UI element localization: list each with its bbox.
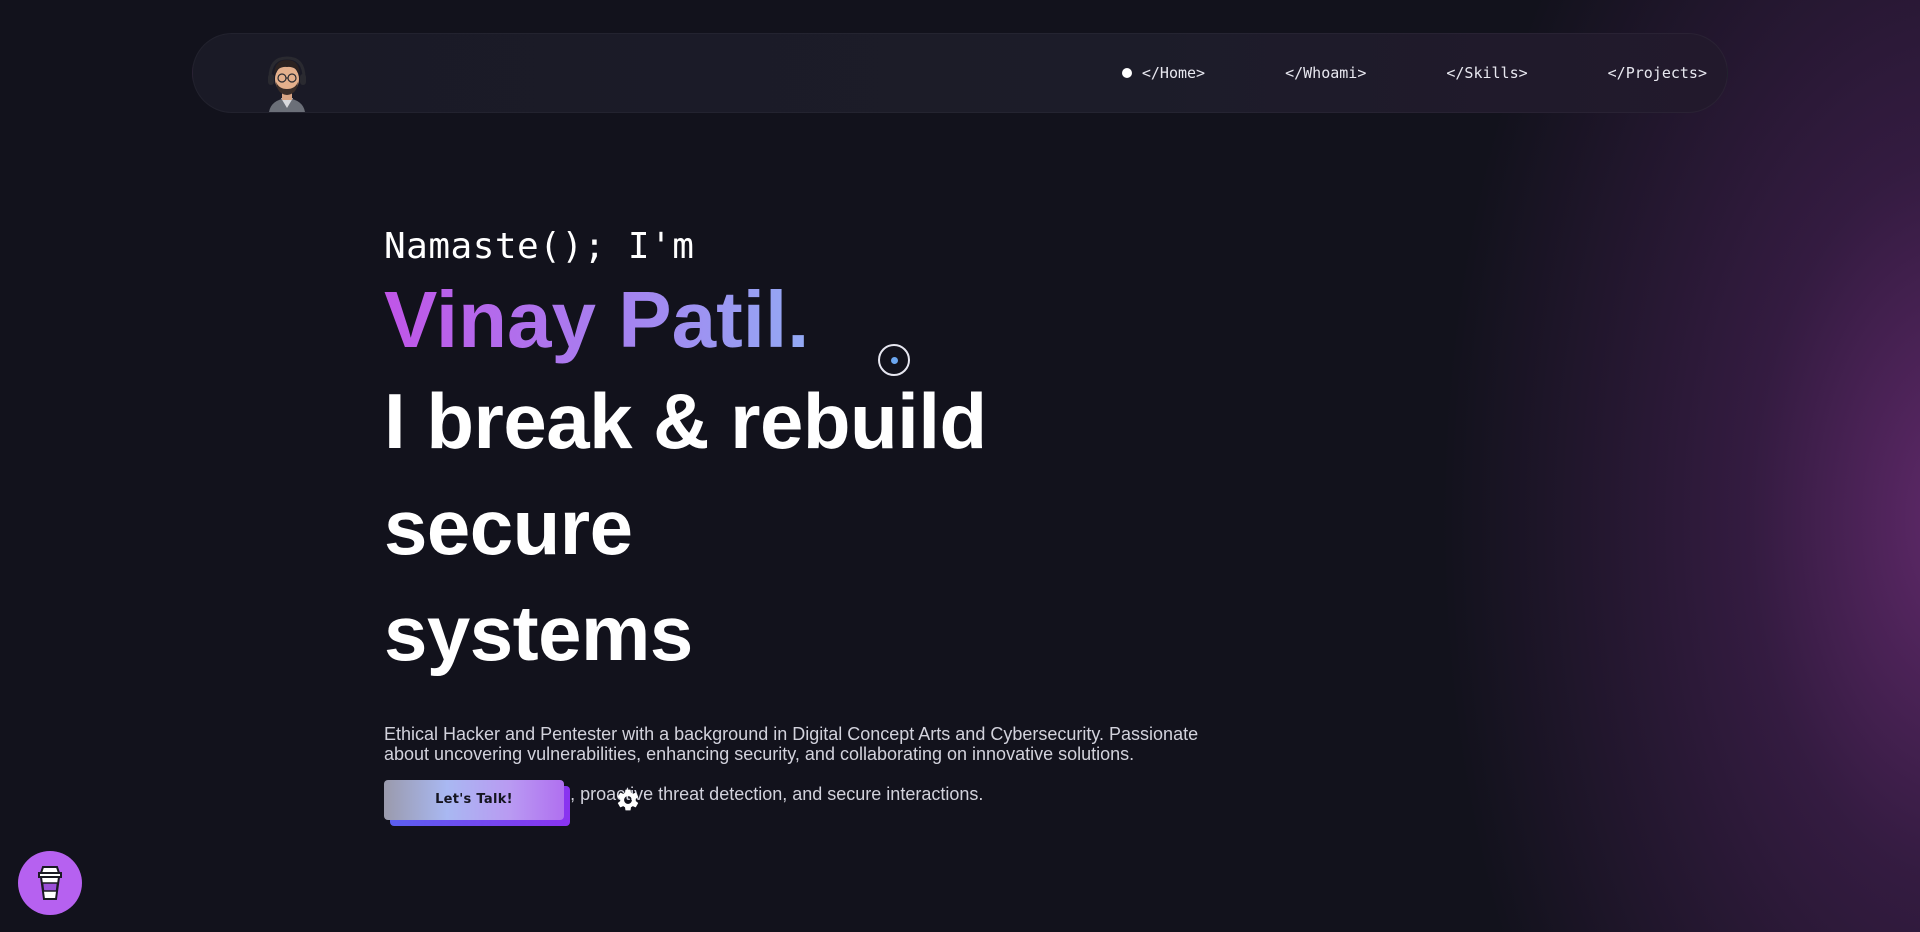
nav-link-home[interactable]: </Home>	[1121, 64, 1206, 82]
nav-link-projects[interactable]: </Projects>	[1608, 64, 1707, 82]
lets-talk-label: Let's Talk!	[384, 780, 564, 820]
nav-link-label: </Home>	[1141, 64, 1206, 82]
nav-link-label: </Projects>	[1607, 64, 1707, 82]
lets-talk-button[interactable]: Let's Talk!	[384, 780, 570, 826]
coffee-cup-icon[interactable]	[18, 851, 82, 915]
nav-link-label: </Whoami>	[1285, 64, 1367, 82]
page: </Home> </Whoami> </Skills> </Projects> …	[0, 0, 1920, 932]
avatar-icon[interactable]	[265, 54, 309, 112]
cursor-dot	[891, 357, 898, 364]
hero-section: Namaste(); I'm Vinay Patil. I break & re…	[384, 222, 1244, 824]
hero-headline-line2: systems	[384, 589, 693, 677]
cursor-indicator	[878, 344, 910, 376]
hero-actions: Let's Talk!	[384, 776, 642, 826]
greeting-text: Namaste(); I'm	[384, 226, 695, 267]
bio-paragraph: Ethical Hacker and Pentester with a back…	[384, 724, 1199, 764]
gear-icon[interactable]	[614, 786, 642, 814]
active-indicator-icon	[1121, 68, 1132, 78]
nav-link-skills[interactable]: </Skills>	[1446, 64, 1527, 82]
nav-link-whoami[interactable]: </Whoami>	[1285, 64, 1366, 82]
nav-link-label: </Skills>	[1446, 64, 1528, 82]
nav-links: </Home> </Whoami> </Skills> </Projects>	[1121, 34, 1707, 112]
navbar: </Home> </Whoami> </Skills> </Projects>	[192, 33, 1728, 113]
hero-name: Vinay Patil.	[384, 272, 809, 368]
hero-headline-line1: I break & rebuild secure	[384, 377, 987, 571]
